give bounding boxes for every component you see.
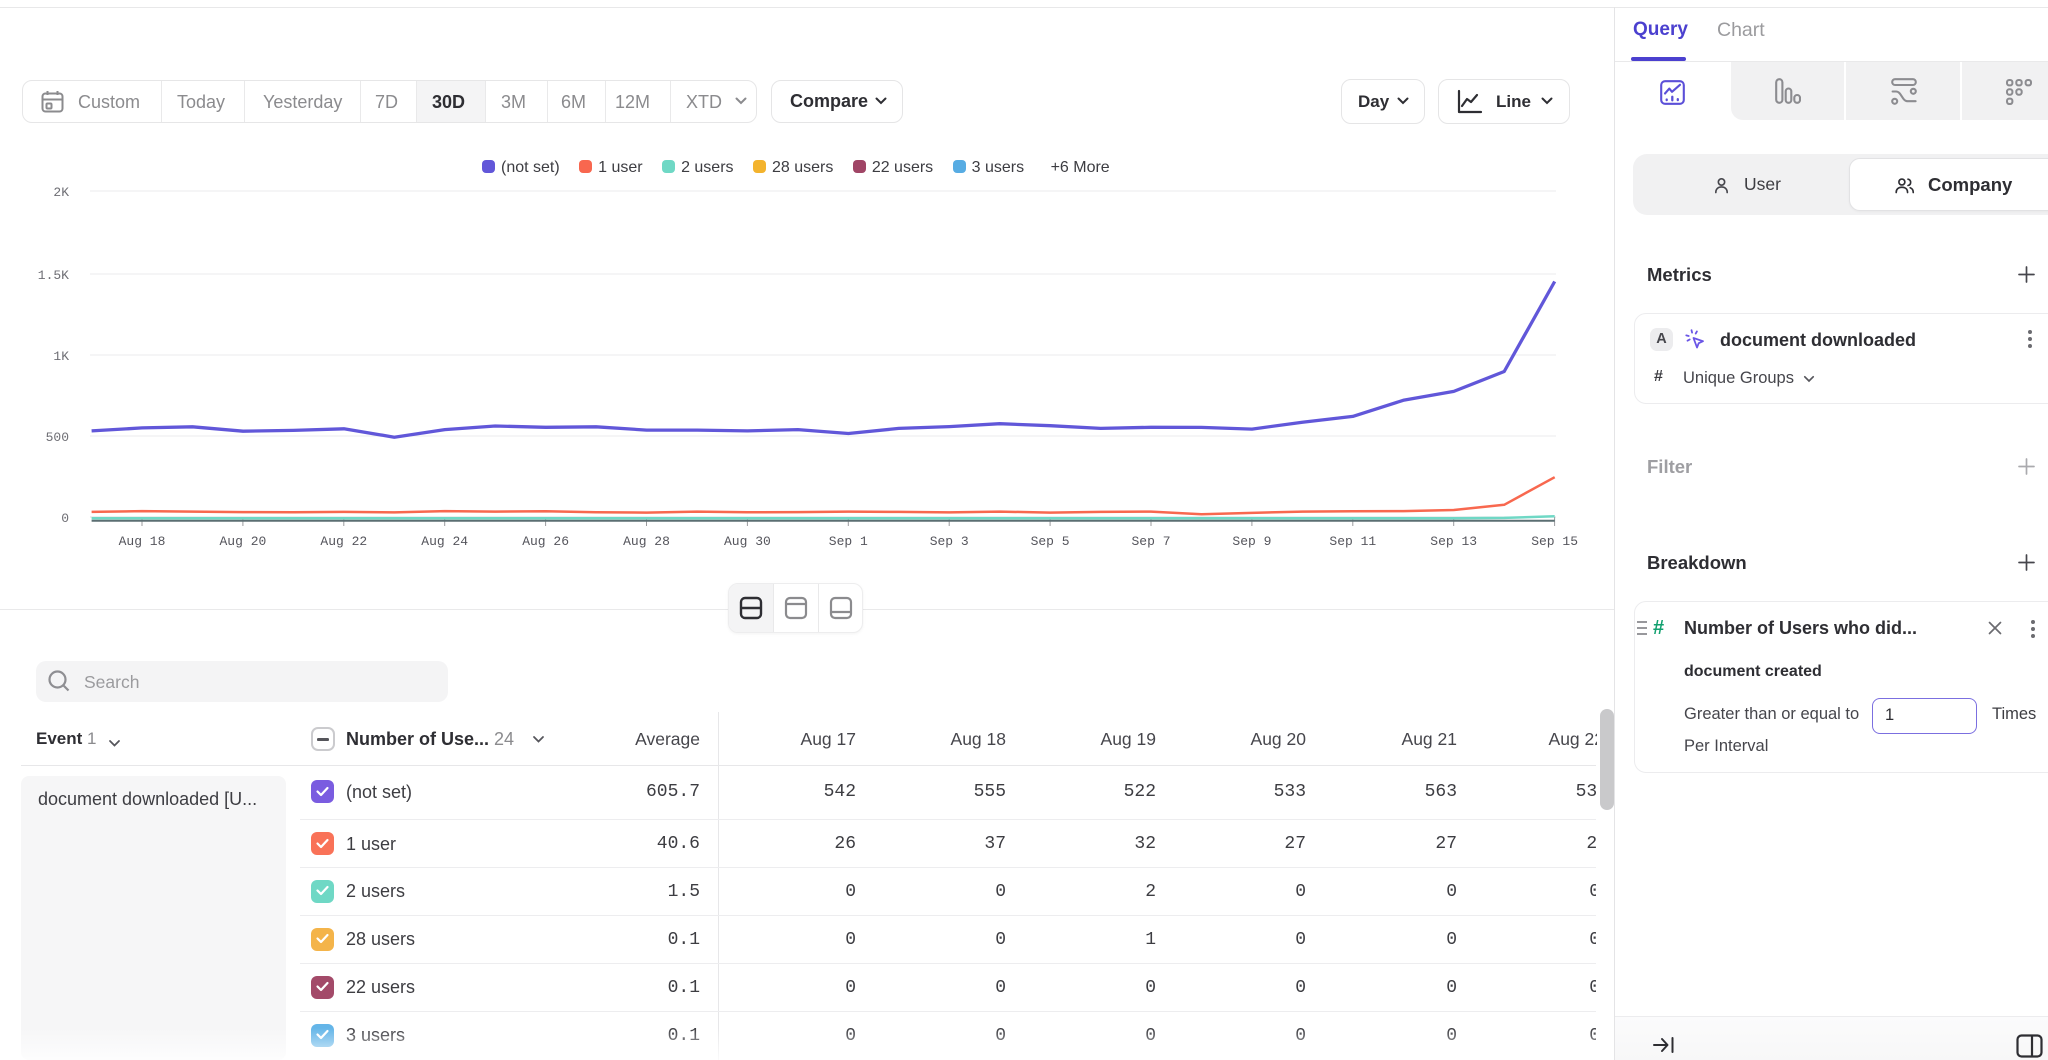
svg-text:Aug 22: Aug 22 <box>320 534 367 549</box>
svg-text:Sep 15: Sep 15 <box>1531 534 1578 549</box>
svg-text:500: 500 <box>46 430 69 445</box>
svg-text:1.5K: 1.5K <box>38 268 69 283</box>
svg-text:2K: 2K <box>53 185 69 200</box>
svg-text:0: 0 <box>61 511 69 526</box>
svg-text:Aug 30: Aug 30 <box>724 534 771 549</box>
svg-text:1K: 1K <box>53 349 69 364</box>
svg-text:Sep 3: Sep 3 <box>930 534 969 549</box>
svg-text:Sep 5: Sep 5 <box>1031 534 1070 549</box>
svg-text:Sep 11: Sep 11 <box>1329 534 1376 549</box>
svg-text:Aug 24: Aug 24 <box>421 534 468 549</box>
svg-text:Sep 7: Sep 7 <box>1131 534 1170 549</box>
svg-text:Sep 13: Sep 13 <box>1430 534 1477 549</box>
svg-text:Sep 9: Sep 9 <box>1232 534 1271 549</box>
svg-text:Aug 26: Aug 26 <box>522 534 569 549</box>
svg-text:Sep 1: Sep 1 <box>829 534 868 549</box>
svg-text:Aug 20: Aug 20 <box>219 534 266 549</box>
svg-text:Aug 18: Aug 18 <box>119 534 166 549</box>
svg-text:Aug 28: Aug 28 <box>623 534 670 549</box>
